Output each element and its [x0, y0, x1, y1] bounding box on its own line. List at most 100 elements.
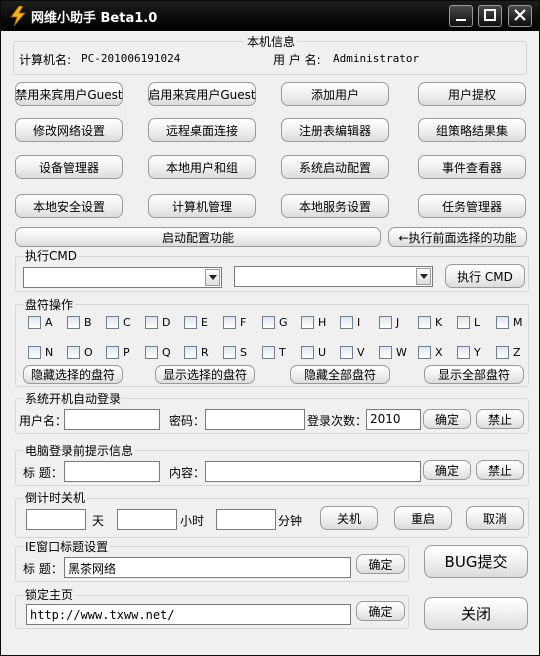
checkbox-box[interactable] — [184, 346, 197, 359]
checkbox-box[interactable] — [340, 346, 353, 359]
autologin-confirm-button[interactable]: 确定 — [423, 409, 471, 429]
registry-editor-button[interactable]: 注册表编辑器 — [281, 118, 389, 142]
remote-desktop-button[interactable]: 远程桌面连接 — [148, 118, 256, 142]
drive-checkbox-x[interactable]: X — [418, 346, 443, 359]
checkbox-box[interactable] — [418, 346, 431, 359]
event-viewer-button[interactable]: 事件查看器 — [418, 155, 526, 179]
drive-checkbox-f[interactable]: F — [223, 316, 246, 329]
checkbox-box[interactable] — [67, 346, 80, 359]
drive-checkbox-t[interactable]: T — [262, 346, 286, 359]
device-manager-button[interactable]: 设备管理器 — [15, 155, 123, 179]
homepage-confirm-button[interactable]: 确定 — [356, 601, 405, 621]
cmd-combo-2[interactable] — [234, 266, 433, 287]
execute-cmd-button[interactable]: 执行 CMD — [445, 264, 525, 288]
local-security-button[interactable]: 本地安全设置 — [15, 194, 123, 218]
checkbox-box[interactable] — [223, 346, 236, 359]
drive-checkbox-d[interactable]: D — [145, 316, 170, 329]
hide-all-drives-button[interactable]: 隐藏全部盘符 — [290, 365, 390, 384]
local-users-groups-button[interactable]: 本地用户和组 — [148, 155, 256, 179]
checkbox-box[interactable] — [457, 346, 470, 359]
shutdown-button[interactable]: 关机 — [320, 506, 378, 530]
checkbox-box[interactable] — [145, 346, 158, 359]
drive-checkbox-w[interactable]: W — [379, 346, 407, 359]
drive-checkbox-g[interactable]: G — [262, 316, 288, 329]
drive-checkbox-j[interactable]: J — [379, 316, 399, 329]
prelogin-confirm-button[interactable]: 确定 — [423, 460, 471, 480]
system-startup-config-button[interactable]: 系统启动配置 — [281, 155, 389, 179]
login-count-input[interactable]: 2010 — [366, 409, 421, 430]
drive-checkbox-m[interactable]: M — [496, 316, 523, 329]
ie-title-input[interactable]: 黑茶网络 — [64, 557, 351, 578]
drive-checkbox-v[interactable]: V — [340, 346, 365, 359]
checkbox-box[interactable] — [457, 316, 470, 329]
autologin-disable-button[interactable]: 禁止 — [476, 409, 524, 429]
cancel-shutdown-button[interactable]: 取消 — [466, 506, 524, 530]
checkbox-box[interactable] — [184, 316, 197, 329]
drive-checkbox-o[interactable]: O — [67, 346, 93, 359]
drive-checkbox-n[interactable]: N — [28, 346, 53, 359]
prelogin-title-input[interactable] — [64, 461, 160, 482]
checkbox-box[interactable] — [262, 346, 275, 359]
execute-selected-function-button[interactable]: ←执行前面选择的功能 — [388, 227, 527, 247]
drive-checkbox-q[interactable]: Q — [145, 346, 171, 359]
show-selected-drives-button[interactable]: 显示选择的盘符 — [155, 365, 255, 384]
prelogin-disable-button[interactable]: 禁止 — [476, 460, 524, 480]
checkbox-box[interactable] — [379, 316, 392, 329]
checkbox-box[interactable] — [262, 316, 275, 329]
drive-checkbox-h[interactable]: H — [301, 316, 326, 329]
checkbox-box[interactable] — [223, 316, 236, 329]
chevron-down-icon[interactable] — [416, 268, 431, 285]
shutdown-days-input[interactable] — [26, 509, 86, 530]
title-bar[interactable]: 网维小助手 Beta1.0 — [1, 1, 539, 31]
homepage-url-input[interactable]: http://www.txww.net/ — [26, 604, 351, 625]
checkbox-box[interactable] — [301, 346, 314, 359]
computer-management-button[interactable]: 计算机管理 — [148, 194, 256, 218]
drive-checkbox-y[interactable]: Y — [457, 346, 481, 359]
shutdown-hours-input[interactable] — [117, 509, 177, 530]
drive-checkbox-r[interactable]: R — [184, 346, 209, 359]
minimize-button[interactable] — [449, 5, 473, 27]
task-manager-button[interactable]: 任务管理器 — [418, 194, 526, 218]
drive-checkbox-i[interactable]: I — [340, 316, 360, 329]
autologin-user-input[interactable] — [64, 409, 160, 430]
chevron-down-icon[interactable] — [205, 269, 220, 286]
shutdown-minutes-input[interactable] — [216, 509, 276, 530]
ie-title-confirm-button[interactable]: 确定 — [356, 554, 405, 574]
maximize-button[interactable] — [478, 5, 502, 27]
checkbox-box[interactable] — [418, 316, 431, 329]
add-user-button[interactable]: 添加用户 — [281, 82, 389, 106]
checkbox-box[interactable] — [340, 316, 353, 329]
drive-checkbox-l[interactable]: L — [457, 316, 480, 329]
restart-button[interactable]: 重启 — [394, 506, 452, 530]
group-policy-result-button[interactable]: 组策略结果集 — [418, 118, 526, 142]
close-window-button[interactable] — [508, 5, 532, 27]
modify-network-button[interactable]: 修改网络设置 — [15, 118, 123, 142]
drive-checkbox-a[interactable]: A — [28, 316, 53, 329]
disable-guest-button[interactable]: 禁用来宾用户Guest — [15, 82, 123, 106]
prelogin-content-input[interactable] — [205, 461, 421, 482]
checkbox-box[interactable] — [301, 316, 314, 329]
bug-submit-button[interactable]: BUG提交 — [424, 545, 528, 578]
drive-checkbox-k[interactable]: K — [418, 316, 442, 329]
checkbox-box[interactable] — [379, 346, 392, 359]
checkbox-box[interactable] — [28, 316, 41, 329]
show-all-drives-button[interactable]: 显示全部盘符 — [424, 365, 524, 384]
checkbox-box[interactable] — [496, 316, 509, 329]
drive-checkbox-z[interactable]: Z — [496, 346, 521, 359]
checkbox-box[interactable] — [106, 316, 119, 329]
drive-checkbox-c[interactable]: C — [106, 316, 131, 329]
checkbox-box[interactable] — [496, 346, 509, 359]
checkbox-box[interactable] — [106, 346, 119, 359]
checkbox-box[interactable] — [28, 346, 41, 359]
cmd-combo-1[interactable] — [23, 267, 222, 288]
local-services-button[interactable]: 本地服务设置 — [281, 194, 389, 218]
boot-config-function-button[interactable]: 启动配置功能 — [15, 227, 381, 247]
checkbox-box[interactable] — [145, 316, 158, 329]
drive-checkbox-s[interactable]: S — [223, 346, 247, 359]
drive-checkbox-e[interactable]: E — [184, 316, 208, 329]
drive-checkbox-b[interactable]: B — [67, 316, 92, 329]
hide-selected-drives-button[interactable]: 隐藏选择的盘符 — [23, 365, 123, 384]
user-privilege-button[interactable]: 用户提权 — [418, 82, 526, 106]
autologin-password-input[interactable] — [205, 409, 305, 430]
drive-checkbox-p[interactable]: P — [106, 346, 130, 359]
